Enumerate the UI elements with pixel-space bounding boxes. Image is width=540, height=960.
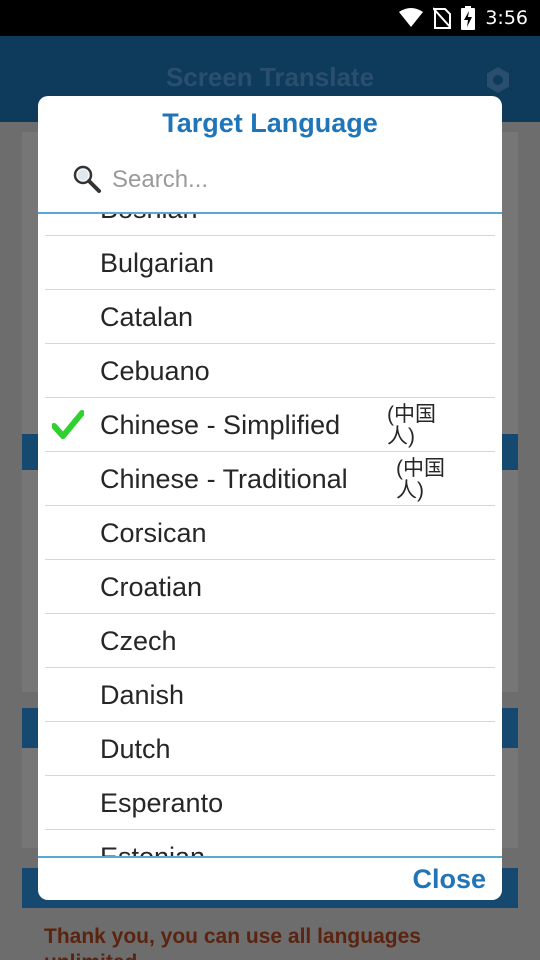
language-row[interactable]: Chinese - Simplified (中国人) bbox=[45, 398, 495, 452]
language-name: Chinese - Traditional bbox=[100, 464, 348, 494]
language-row[interactable]: Croatian bbox=[45, 560, 495, 614]
language-row[interactable]: Czech bbox=[45, 614, 495, 668]
language-row[interactable]: Bulgarian bbox=[45, 236, 495, 290]
background-notice: Thank you, you can use all languages unl… bbox=[44, 925, 421, 960]
checkmark-icon bbox=[51, 410, 85, 440]
language-name: Estonian bbox=[100, 842, 205, 856]
no-sim-icon bbox=[433, 7, 452, 29]
app-title: Screen Translate bbox=[165, 62, 375, 92]
wifi-icon bbox=[399, 8, 424, 28]
status-bar: 3:56 bbox=[0, 0, 540, 36]
language-name: Cebuano bbox=[100, 356, 210, 386]
language-row[interactable]: Dutch bbox=[45, 722, 495, 776]
language-name: Chinese - Simplified bbox=[100, 410, 341, 440]
close-button[interactable]: Close bbox=[412, 864, 486, 895]
language-row[interactable]: Cebuano bbox=[45, 344, 495, 398]
language-row[interactable]: Chinese - Traditional (中国人) bbox=[45, 452, 495, 506]
language-native-name: (中国人) bbox=[396, 457, 445, 502]
language-name: Croatian bbox=[100, 572, 203, 602]
gear-icon[interactable] bbox=[484, 66, 512, 94]
language-row[interactable]: Catalan bbox=[45, 290, 495, 344]
language-row[interactable]: Esperanto bbox=[45, 776, 495, 830]
search-icon bbox=[72, 164, 102, 194]
language-name: Czech bbox=[100, 626, 177, 656]
language-name: Bosnian bbox=[100, 214, 198, 225]
language-row[interactable]: Bosnian bbox=[45, 214, 495, 236]
language-row[interactable]: Danish bbox=[45, 668, 495, 722]
target-language-dialog: Target Language Bosnian Bulgarian Catalan C… bbox=[38, 96, 502, 900]
dialog-title: Target Language bbox=[162, 108, 378, 138]
language-name: Dutch bbox=[100, 734, 171, 764]
language-name: Corsican bbox=[100, 518, 207, 548]
language-name: Catalan bbox=[100, 302, 194, 332]
language-list-content: Bosnian Bulgarian Catalan Cebuano Chinese - … bbox=[45, 214, 495, 856]
dialog-footer: Close bbox=[38, 856, 502, 900]
language-native-name: (中国人) bbox=[387, 403, 436, 448]
language-name: Esperanto bbox=[100, 788, 224, 818]
search-bar bbox=[38, 160, 502, 214]
language-list[interactable]: Bosnian Bulgarian Catalan Cebuano Chinese - … bbox=[38, 214, 502, 856]
status-icons: 3:56 bbox=[399, 0, 528, 36]
language-name: Danish bbox=[100, 680, 185, 710]
battery-charging-icon bbox=[461, 6, 476, 30]
status-time: 3:56 bbox=[485, 7, 528, 29]
language-name: Bulgarian bbox=[100, 248, 215, 278]
language-row[interactable]: Estonian bbox=[45, 830, 495, 856]
search-input[interactable] bbox=[112, 162, 472, 198]
language-row[interactable]: Corsican bbox=[45, 506, 495, 560]
